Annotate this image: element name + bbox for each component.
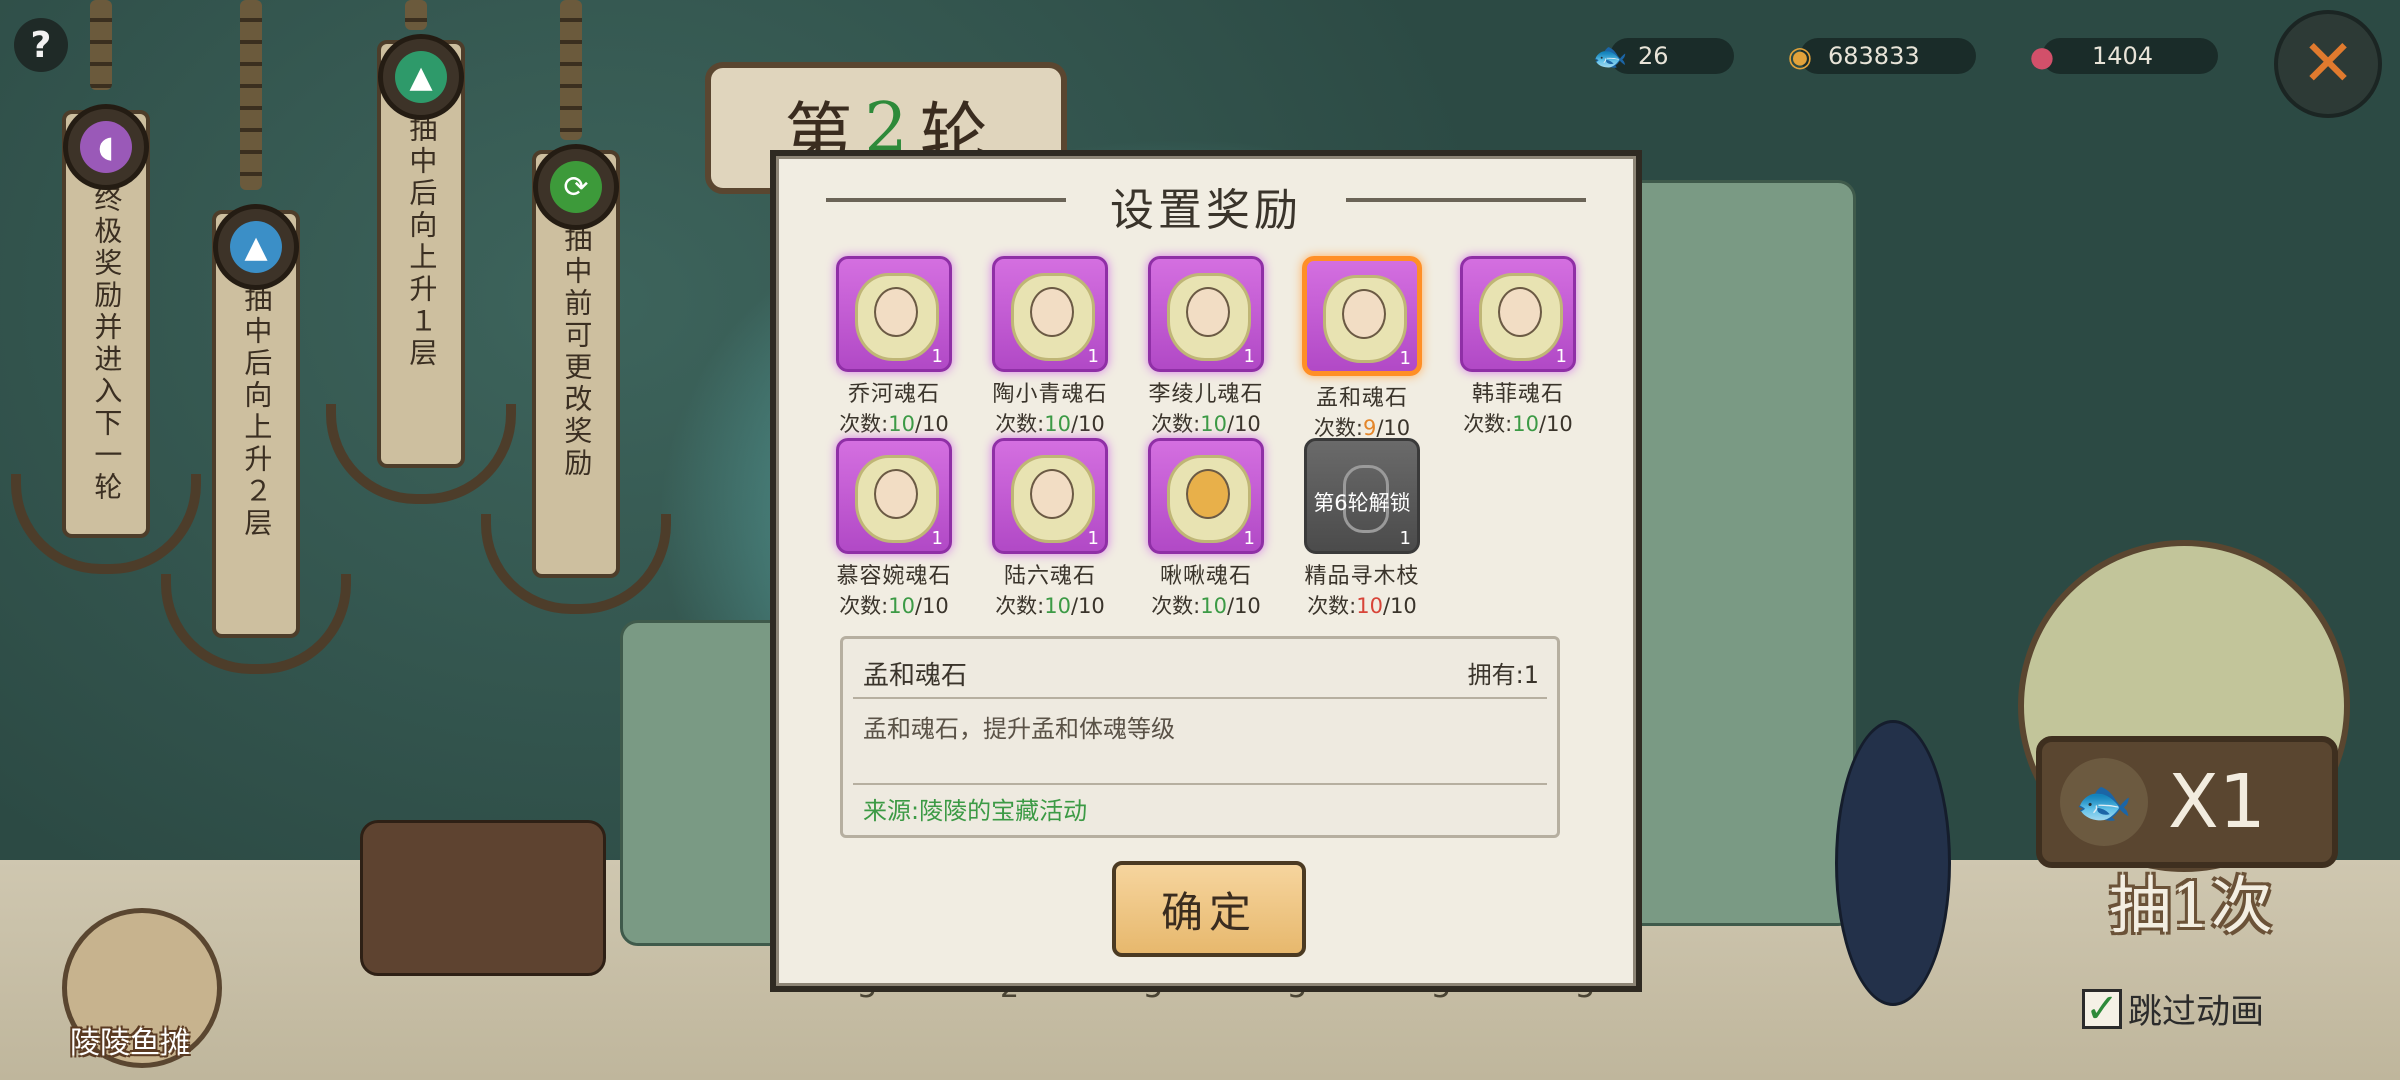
item-name: 陆六魂石 (1003, 564, 1096, 589)
count-used: 10 (888, 594, 915, 618)
item-name: 精品寻木枝 (1304, 564, 1420, 589)
count-label: 次数: (1463, 412, 1513, 436)
count-used: 9 (1362, 416, 1377, 440)
item-qty: 1 (1243, 528, 1255, 549)
item-icon: 第6轮解锁 1 (1304, 438, 1420, 554)
lock-label: 第6轮解锁 (1313, 491, 1411, 515)
item-count: 次数:10/10 (1128, 408, 1284, 438)
item-qty: 1 (1399, 348, 1411, 369)
item-count: 次数:10/10 (816, 408, 972, 438)
count-label: 次数: (1151, 412, 1201, 436)
item-icon: 1 (1148, 438, 1264, 554)
count-total: /10 (1227, 594, 1261, 618)
detail-source: 来源:陵陵的宝藏活动 (863, 797, 1088, 825)
count-label: 次数: (839, 412, 889, 436)
detail-owned-count: 拥有:1 (1467, 661, 1539, 689)
dialog-title: 设置奖励 (1110, 185, 1302, 236)
item-name: 孟和魂石 (1315, 386, 1408, 411)
portrait-icon (1186, 287, 1230, 337)
reward-item[interactable]: 1 乔河魂石 次数:10/10 (816, 256, 972, 436)
count-used: 10 (1356, 594, 1383, 618)
item-count: 次数:10/10 (816, 590, 972, 620)
detail-description: 孟和魂石，提升孟和体魂等级 (863, 715, 1175, 743)
portrait-icon (874, 287, 918, 337)
item-count: 次数:10/10 (1440, 408, 1596, 438)
divider (853, 697, 1547, 699)
item-name: 慕容婉魂石 (836, 564, 952, 589)
item-icon: 1 (1302, 256, 1422, 376)
count-label: 次数: (1307, 594, 1357, 618)
item-qty: 1 (1555, 346, 1567, 367)
portrait-icon (874, 469, 918, 519)
count-label: 次数: (995, 594, 1045, 618)
divider (853, 783, 1547, 785)
reward-item[interactable]: 1 韩菲魂石 次数:10/10 (1440, 256, 1596, 436)
count-label: 次数: (1151, 594, 1201, 618)
item-qty: 1 (931, 528, 943, 549)
count-total: /10 (915, 412, 949, 436)
portrait-icon (1030, 287, 1074, 337)
reward-item[interactable]: 1 陆六魂石 次数:10/10 (972, 438, 1128, 618)
item-qty: 1 (1087, 528, 1099, 549)
reward-item[interactable]: 1 李绫儿魂石 次数:10/10 (1128, 256, 1284, 436)
count-used: 10 (1200, 412, 1227, 436)
item-name: 啾啾魂石 (1159, 564, 1252, 589)
item-count: 次数:10/10 (1128, 590, 1284, 620)
count-total: /10 (1071, 412, 1105, 436)
confirm-button[interactable]: 确定 (1112, 861, 1306, 957)
item-detail-panel: 孟和魂石 拥有:1 孟和魂石，提升孟和体魂等级 来源:陵陵的宝藏活动 (840, 636, 1560, 838)
item-qty: 1 (1399, 528, 1411, 549)
reward-item-selected[interactable]: 1 孟和魂石 次数:9/10 (1284, 256, 1440, 440)
item-name: 乔河魂石 (847, 382, 940, 407)
item-icon: 1 (836, 256, 952, 372)
count-used: 10 (1512, 412, 1539, 436)
count-used: 10 (1044, 412, 1071, 436)
item-icon: 1 (1148, 256, 1264, 372)
count-total: /10 (1071, 594, 1105, 618)
count-used: 10 (1200, 594, 1227, 618)
item-count: 次数:10/10 (1284, 590, 1440, 620)
count-label: 次数: (839, 594, 889, 618)
item-name: 陶小青魂石 (992, 382, 1108, 407)
item-name: 李绫儿魂石 (1148, 382, 1264, 407)
count-used: 10 (1044, 594, 1071, 618)
item-icon: 1 (836, 438, 952, 554)
count-used: 10 (888, 412, 915, 436)
count-total: /10 (1376, 416, 1411, 440)
count-total: /10 (915, 594, 949, 618)
item-icon: 1 (1460, 256, 1576, 372)
item-qty: 1 (1243, 346, 1255, 367)
item-icon: 1 (992, 438, 1108, 554)
reward-item-locked[interactable]: 第6轮解锁 1 精品寻木枝 次数:10/10 (1284, 438, 1440, 618)
reward-item[interactable]: 1 慕容婉魂石 次数:10/10 (816, 438, 972, 618)
item-icon: 1 (992, 256, 1108, 372)
count-label: 次数: (995, 412, 1045, 436)
modal-overlay: 设置奖励 1 乔河魂石 次数:10/10 1 陶小青魂石 次数:10/10 1 … (0, 0, 2400, 1080)
count-total: /10 (1539, 412, 1573, 436)
reward-item[interactable]: 1 陶小青魂石 次数:10/10 (972, 256, 1128, 436)
item-qty: 1 (1087, 346, 1099, 367)
set-reward-dialog: 设置奖励 1 乔河魂石 次数:10/10 1 陶小青魂石 次数:10/10 1 … (770, 150, 1642, 992)
item-name: 韩菲魂石 (1471, 382, 1564, 407)
count-total: /10 (1383, 594, 1417, 618)
detail-item-name: 孟和魂石 (863, 661, 968, 691)
item-count: 次数:10/10 (972, 408, 1128, 438)
portrait-icon (1342, 289, 1386, 339)
portrait-icon (1186, 469, 1230, 519)
reward-item[interactable]: 1 啾啾魂石 次数:10/10 (1128, 438, 1284, 618)
item-count: 次数:10/10 (972, 590, 1128, 620)
item-qty: 1 (931, 346, 943, 367)
count-label: 次数: (1313, 416, 1363, 440)
count-total: /10 (1227, 412, 1261, 436)
portrait-icon (1030, 469, 1074, 519)
portrait-icon (1498, 287, 1542, 337)
